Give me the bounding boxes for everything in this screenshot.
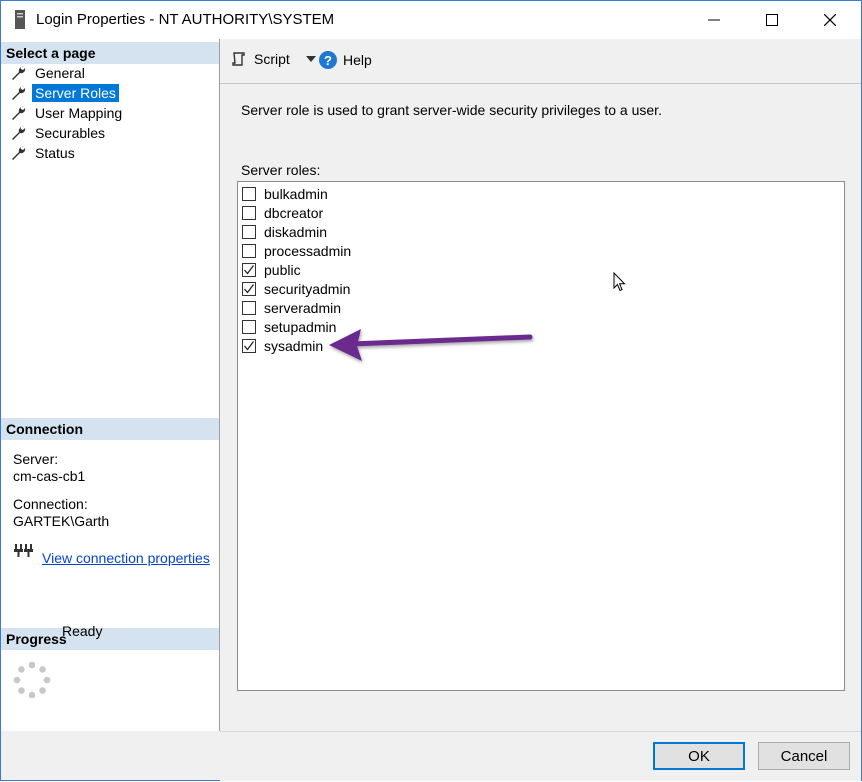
- role-checkbox[interactable]: [242, 319, 256, 334]
- sidebar-item-label: Status: [35, 145, 75, 161]
- minimize-button[interactable]: [685, 1, 743, 39]
- connection-header: Connection: [1, 418, 219, 440]
- checkmark-icon: [244, 264, 255, 275]
- close-icon: [824, 14, 836, 26]
- script-icon: [232, 52, 245, 66]
- ok-button[interactable]: OK: [653, 742, 745, 770]
- role-name: public: [264, 261, 301, 278]
- help-button[interactable]: ? Help: [319, 51, 372, 69]
- role-name: dbcreator: [264, 204, 324, 221]
- sidebar-item-general[interactable]: General: [10, 63, 88, 83]
- role-checkbox[interactable]: [242, 205, 256, 220]
- role-row-processadmin[interactable]: processadmin: [242, 241, 351, 260]
- maximize-icon: [766, 14, 778, 26]
- role-checkbox[interactable]: [242, 262, 256, 277]
- connection-label: Connection:: [13, 496, 88, 512]
- login-properties-window: Login Properties - NT AUTHORITY\SYSTEM S…: [0, 0, 862, 781]
- progress-spinner-icon: [13, 661, 51, 699]
- wrench-icon: [12, 106, 26, 120]
- role-row-bulkadmin[interactable]: bulkadmin: [242, 184, 328, 203]
- help-label: Help: [343, 52, 372, 68]
- sidebar-item-status[interactable]: Status: [10, 143, 78, 163]
- title-bar[interactable]: Login Properties - NT AUTHORITY\SYSTEM: [1, 1, 861, 39]
- role-row-public[interactable]: public: [242, 260, 301, 279]
- role-name: setupadmin: [264, 318, 337, 335]
- role-checkbox[interactable]: [242, 243, 256, 258]
- role-checkbox[interactable]: [242, 186, 256, 201]
- sidebar-item-server-roles[interactable]: Server Roles: [10, 83, 119, 103]
- progress-status: Ready: [62, 623, 103, 639]
- page-description: Server role is used to grant server-wide…: [241, 102, 662, 118]
- role-checkbox[interactable]: [242, 224, 256, 239]
- role-row-dbcreator[interactable]: dbcreator: [242, 203, 323, 222]
- checkmark-icon: [244, 283, 255, 294]
- connection-properties-icon: [14, 544, 33, 557]
- role-checkbox[interactable]: [242, 300, 256, 315]
- role-checkbox[interactable]: [242, 281, 256, 296]
- sidebar-item-label: Securables: [35, 125, 106, 141]
- minimize-icon: [708, 19, 720, 21]
- role-name: securityadmin: [264, 280, 351, 297]
- wrench-icon: [12, 66, 26, 80]
- cancel-button[interactable]: Cancel: [758, 742, 850, 770]
- role-name: bulkadmin: [264, 185, 328, 202]
- script-button[interactable]: Script: [231, 51, 316, 67]
- close-button[interactable]: [801, 1, 859, 39]
- help-icon: ?: [319, 51, 337, 69]
- sidebar-item-securables[interactable]: Securables: [10, 123, 108, 143]
- server-roles-list[interactable]: bulkadmin dbcreator diskadmin processadm…: [237, 181, 845, 691]
- role-name: sysadmin: [264, 337, 324, 354]
- server-roles-label: Server roles:: [241, 162, 321, 178]
- mouse-cursor-icon: [613, 272, 626, 292]
- role-row-securityadmin[interactable]: securityadmin: [242, 279, 350, 298]
- checkmark-icon: [244, 340, 255, 351]
- maximize-button[interactable]: [743, 1, 801, 39]
- role-name: serveradmin: [264, 299, 342, 316]
- server-value: cm-cas-cb1: [13, 468, 86, 484]
- role-name: diskadmin: [264, 223, 328, 240]
- select-page-header: Select a page: [1, 42, 219, 64]
- sidebar-item-user-mapping[interactable]: User Mapping: [10, 103, 125, 123]
- dropdown-arrow-icon[interactable]: [305, 56, 316, 62]
- wrench-icon: [12, 126, 26, 140]
- connection-value: GARTEK\Garth: [13, 513, 110, 529]
- window-title: Login Properties - NT AUTHORITY\SYSTEM: [36, 11, 335, 28]
- left-pane: Select a page General Server Roles User …: [1, 39, 220, 731]
- role-name: processadmin: [264, 242, 352, 259]
- wrench-icon: [12, 146, 26, 160]
- toolbar: Script ? Help: [220, 39, 861, 84]
- wrench-icon: [12, 86, 26, 100]
- view-connection-properties-link[interactable]: View connection properties: [42, 550, 210, 566]
- server-label: Server:: [13, 451, 59, 467]
- role-row-serveradmin[interactable]: serveradmin: [242, 298, 341, 317]
- role-checkbox[interactable]: [242, 338, 256, 353]
- sidebar-item-label: General: [35, 65, 85, 81]
- progress-header: Progress: [1, 628, 219, 650]
- role-row-diskadmin[interactable]: diskadmin: [242, 222, 327, 241]
- sidebar-item-label: User Mapping: [35, 105, 123, 121]
- sidebar-item-label: Server Roles: [32, 84, 119, 102]
- script-label: Script: [254, 51, 290, 67]
- server-icon: [15, 10, 25, 29]
- role-row-sysadmin[interactable]: sysadmin: [242, 336, 323, 355]
- role-row-setupadmin[interactable]: setupadmin: [242, 317, 336, 336]
